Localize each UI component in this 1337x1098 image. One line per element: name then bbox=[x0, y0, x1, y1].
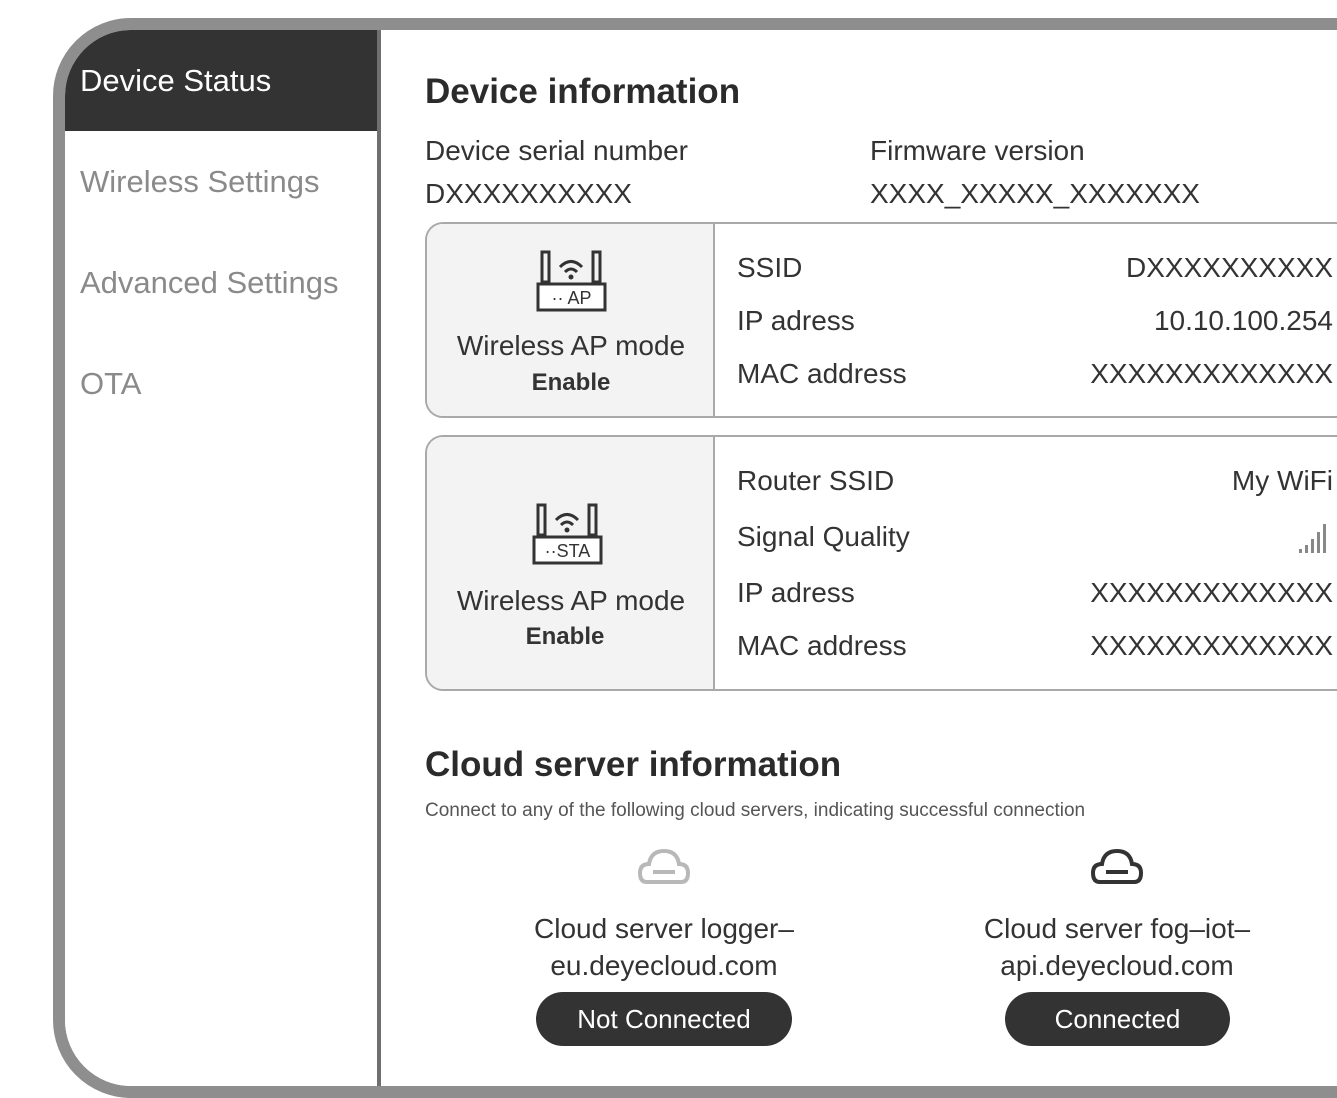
sta-signal-label: Signal Quality bbox=[737, 521, 910, 552]
sta-ip-value: XXXXXXXXXXXXX bbox=[1090, 577, 1333, 608]
ap-ip-value: 10.10.100.254 bbox=[1153, 305, 1333, 336]
sidebar-item-ota[interactable]: OTA bbox=[65, 333, 377, 434]
sta-mode-label: Wireless AP mode bbox=[456, 585, 686, 616]
ap-mode-summary: ·· AP Wireless AP mode Enable bbox=[427, 224, 715, 416]
router-sta-icon: ··STA bbox=[532, 503, 603, 565]
device-info-title: Device information bbox=[425, 72, 741, 111]
main-content: Device information Device serial number … bbox=[425, 30, 1337, 1086]
cloud-server-fog-iot-name-line1: Cloud server fog–iot– bbox=[983, 913, 1251, 944]
sidebar-item-wireless-settings[interactable]: Wireless Settings bbox=[65, 131, 377, 232]
sta-mac-label: MAC address bbox=[737, 630, 907, 661]
cloud-icon-logger bbox=[637, 848, 691, 884]
cloud-server-logger-name-line1: Cloud server logger– bbox=[534, 913, 794, 944]
ap-mac-value: XXXXXXXXXXXXX bbox=[1090, 358, 1333, 389]
ap-mode-card: ·· AP Wireless AP mode Enable SSID DXXXX… bbox=[425, 222, 1337, 418]
cloud-info-title: Cloud server information bbox=[425, 745, 842, 784]
ap-ssid-value: DXXXXXXXXXX bbox=[1126, 252, 1333, 283]
sidebar-item-device-status[interactable]: Device Status bbox=[65, 30, 377, 131]
sta-mode-summary: ··STA Wireless AP mode Enable bbox=[427, 437, 715, 689]
sta-mac-value: XXXXXXXXXXXXX bbox=[1090, 630, 1333, 661]
ap-mode-label: Wireless AP mode bbox=[456, 330, 686, 361]
router-ap-icon-label: ·· AP bbox=[551, 288, 591, 308]
router-ap-icon: ·· AP bbox=[536, 250, 607, 312]
sidebar: Device Status Wireless Settings Advanced… bbox=[65, 30, 381, 1086]
sta-mode-card: ··STA Wireless AP mode Enable Router SSI… bbox=[425, 435, 1337, 691]
cloud-icon-fog-iot bbox=[1090, 848, 1144, 884]
sta-mode-state: Enable bbox=[525, 623, 605, 650]
ap-mac-label: MAC address bbox=[737, 358, 907, 389]
cloud-server-fog-iot-name-line2: api.deyecloud.com bbox=[1000, 950, 1234, 981]
sidebar-item-advanced-settings[interactable]: Advanced Settings bbox=[65, 232, 377, 333]
cloud-server-logger-name-line2: eu.deyecloud.com bbox=[550, 950, 778, 981]
logger-status-badge[interactable]: Not Connected bbox=[536, 992, 792, 1046]
device-panel: Device Status Wireless Settings Advanced… bbox=[53, 18, 1337, 1098]
firmware-label: Firmware version bbox=[870, 135, 1085, 166]
cloud-info-subtitle: Connect to any of the following cloud se… bbox=[425, 800, 1086, 821]
serial-value: DXXXXXXXXXX bbox=[425, 178, 632, 209]
ap-ip-label: IP adress bbox=[737, 305, 855, 336]
sta-router-ssid-label: Router SSID bbox=[737, 465, 895, 496]
firmware-value: XXXX_XXXXX_XXXXXXX bbox=[870, 178, 1200, 209]
cloud-server-fog-iot: Cloud server fog–iot– api.deyecloud.com bbox=[917, 910, 1317, 984]
sta-ip-label: IP adress bbox=[737, 577, 855, 608]
fog-iot-status-badge[interactable]: Connected bbox=[1005, 992, 1230, 1046]
router-sta-icon-label: ··STA bbox=[545, 541, 591, 561]
serial-label: Device serial number bbox=[425, 135, 688, 166]
signal-strength-icon bbox=[1299, 524, 1326, 553]
ap-ssid-label: SSID bbox=[737, 252, 803, 283]
ap-mode-state: Enable bbox=[531, 369, 611, 396]
cloud-server-logger: Cloud server logger– eu.deyecloud.com bbox=[464, 910, 864, 984]
sta-router-ssid-value: My WiFi bbox=[1231, 465, 1333, 496]
